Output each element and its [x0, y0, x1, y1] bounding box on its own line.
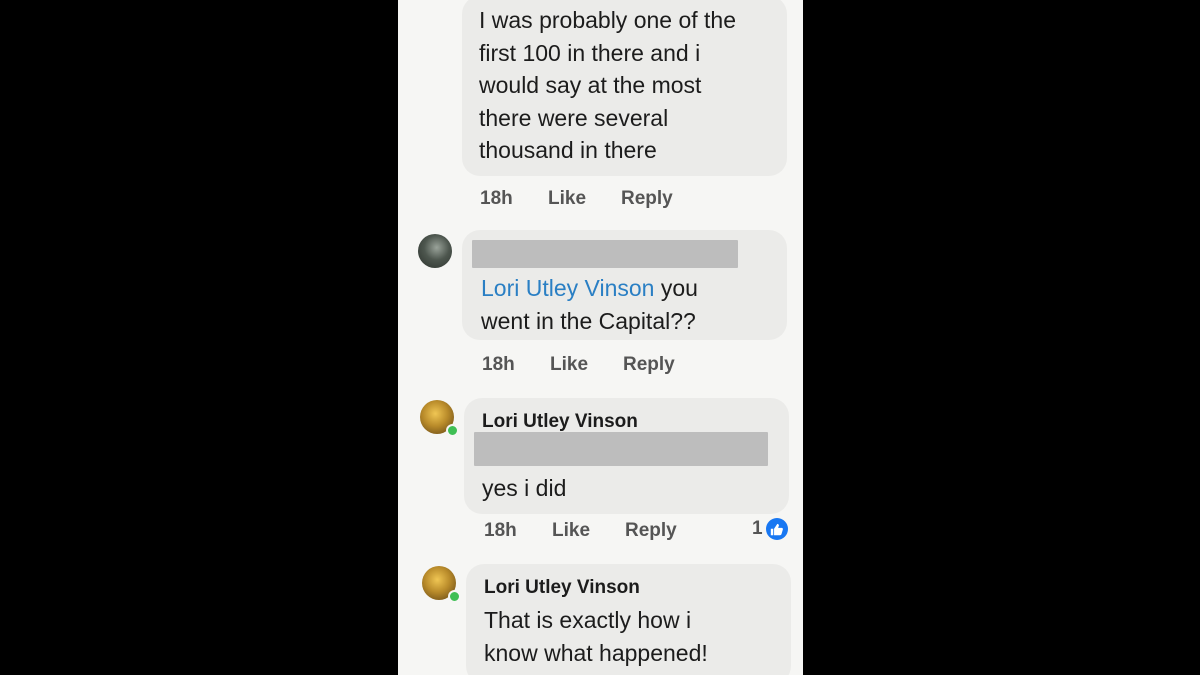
like-button[interactable]: Like: [550, 354, 588, 376]
comment-text: yes i did: [482, 475, 567, 501]
comment-text: I was probably one of the first 100 in t…: [479, 7, 736, 163]
redacted-name-bar: [472, 240, 738, 268]
comment-bubble: Lori Utley Vinson That is exactly how i …: [466, 564, 791, 675]
online-status-dot: [448, 590, 461, 603]
reaction-summary[interactable]: 1: [752, 518, 788, 540]
like-button[interactable]: Like: [552, 520, 590, 542]
reaction-count: 1: [752, 518, 763, 539]
like-thumb-icon: [765, 518, 788, 540]
commenter-avatar[interactable]: [418, 234, 452, 268]
reply-button[interactable]: Reply: [621, 188, 673, 210]
comment-text: That is exactly how i know what happened…: [484, 607, 708, 666]
online-status-dot: [446, 424, 459, 437]
mention-link[interactable]: Lori Utley Vinson: [481, 275, 654, 301]
comment-thread: I was probably one of the first 100 in t…: [398, 0, 803, 675]
comment-author[interactable]: Lori Utley Vinson: [482, 410, 638, 434]
reply-button[interactable]: Reply: [623, 354, 675, 376]
reply-button[interactable]: Reply: [625, 520, 677, 542]
comment-bubble: Lori Utley Vinson yes i did: [464, 398, 789, 514]
redacted-text-bar: [474, 432, 768, 466]
comment-timestamp: 18h: [484, 520, 517, 541]
comment-timestamp: 18h: [482, 354, 515, 375]
comment-bubble: I was probably one of the first 100 in t…: [462, 0, 787, 176]
comment-text: Lori Utley Vinson you went in the Capita…: [481, 275, 698, 334]
like-button[interactable]: Like: [548, 188, 586, 210]
comment-bubble: Lori Utley Vinson you went in the Capita…: [462, 230, 787, 340]
comment-timestamp: 18h: [480, 188, 513, 209]
comment-author[interactable]: Lori Utley Vinson: [484, 576, 640, 600]
